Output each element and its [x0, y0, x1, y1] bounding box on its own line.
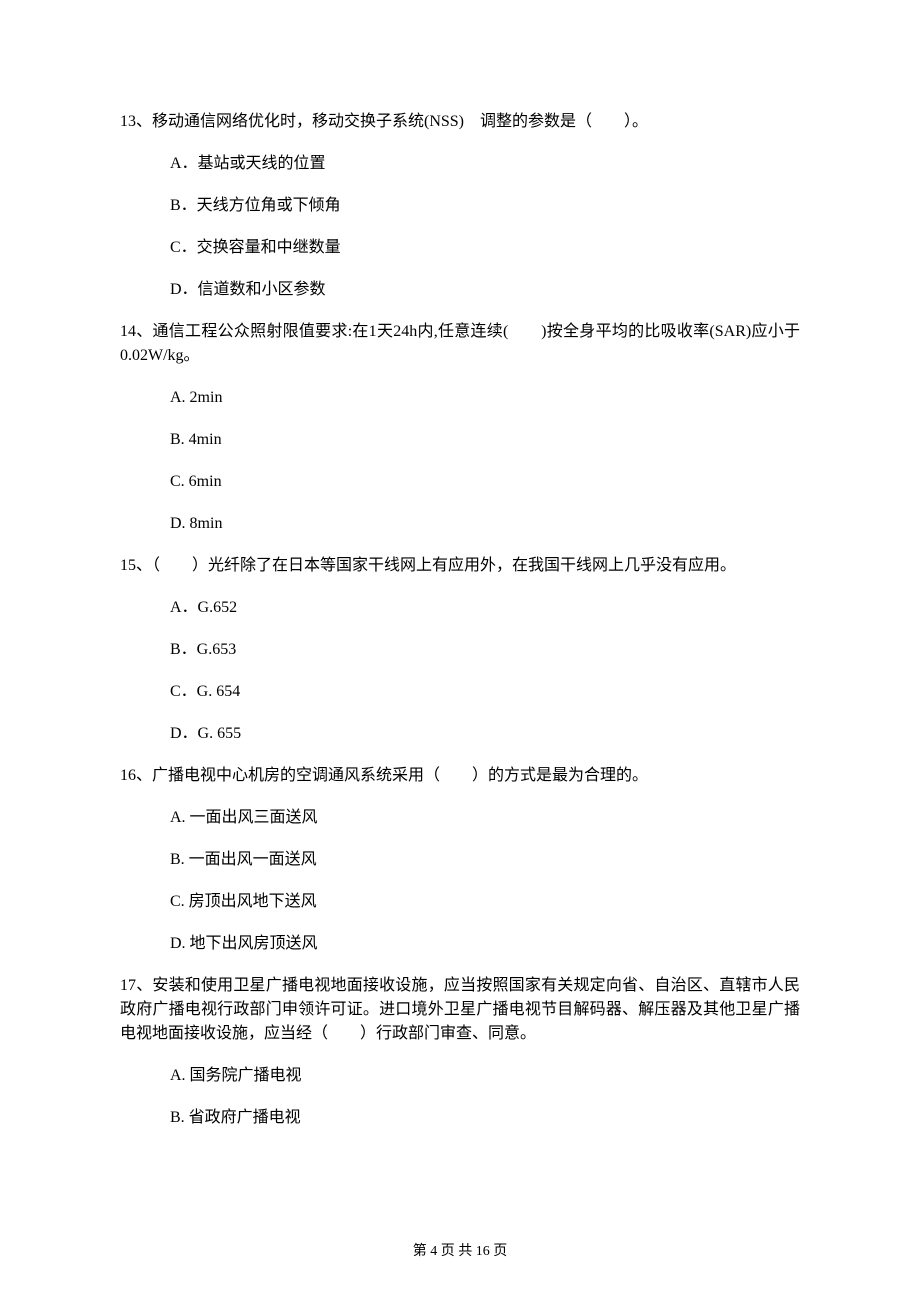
choice-c: C．G. 654	[170, 680, 800, 704]
question-stem: 14、通信工程公众照射限值要求:在1天24h内,任意连续( )按全身平均的比吸收…	[120, 320, 800, 368]
choice-d: D．信道数和小区参数	[170, 278, 800, 302]
question-stem: 15、（ ）光纤除了在日本等国家干线网上有应用外，在我国干线网上几乎没有应用。	[120, 554, 800, 578]
choice-list: A. 国务院广播电视 B. 省政府广播电视	[120, 1064, 800, 1130]
question-13: 13、移动通信网络优化时，移动交换子系统(NSS) 调整的参数是（ ）。 A．基…	[120, 110, 800, 302]
choice-a: A. 一面出风三面送风	[170, 806, 800, 830]
choice-b: B. 一面出风一面送风	[170, 848, 800, 872]
page-content: 13、移动通信网络优化时，移动交换子系统(NSS) 调整的参数是（ ）。 A．基…	[0, 0, 920, 1130]
choice-d: D. 8min	[170, 512, 800, 536]
question-16: 16、广播电视中心机房的空调通风系统采用（ ）的方式是最为合理的。 A. 一面出…	[120, 764, 800, 956]
choice-list: A. 2min B. 4min C. 6min D. 8min	[120, 386, 800, 536]
choice-a: A．基站或天线的位置	[170, 152, 800, 176]
choice-b: B. 省政府广播电视	[170, 1106, 800, 1130]
question-14: 14、通信工程公众照射限值要求:在1天24h内,任意连续( )按全身平均的比吸收…	[120, 320, 800, 536]
question-stem: 13、移动通信网络优化时，移动交换子系统(NSS) 调整的参数是（ ）。	[120, 110, 800, 134]
question-stem: 17、安装和使用卫星广播电视地面接收设施，应当按照国家有关规定向省、自治区、直辖…	[120, 974, 800, 1046]
choice-list: A. 一面出风三面送风 B. 一面出风一面送风 C. 房顶出风地下送风 D. 地…	[120, 806, 800, 956]
choice-list: A．基站或天线的位置 B．天线方位角或下倾角 C．交换容量和中继数量 D．信道数…	[120, 152, 800, 302]
choice-c: C．交换容量和中继数量	[170, 236, 800, 260]
choice-c: C. 房顶出风地下送风	[170, 890, 800, 914]
choice-c: C. 6min	[170, 470, 800, 494]
question-15: 15、（ ）光纤除了在日本等国家干线网上有应用外，在我国干线网上几乎没有应用。 …	[120, 554, 800, 746]
choice-b: B．天线方位角或下倾角	[170, 194, 800, 218]
page-footer: 第 4 页 共 16 页	[0, 1241, 920, 1262]
choice-b: B. 4min	[170, 428, 800, 452]
question-stem: 16、广播电视中心机房的空调通风系统采用（ ）的方式是最为合理的。	[120, 764, 800, 788]
choice-a: A．G.652	[170, 596, 800, 620]
choice-a: A. 国务院广播电视	[170, 1064, 800, 1088]
choice-list: A．G.652 B．G.653 C．G. 654 D．G. 655	[120, 596, 800, 746]
choice-d: D. 地下出风房顶送风	[170, 932, 800, 956]
choice-d: D．G. 655	[170, 722, 800, 746]
choice-b: B．G.653	[170, 638, 800, 662]
choice-a: A. 2min	[170, 386, 800, 410]
question-17: 17、安装和使用卫星广播电视地面接收设施，应当按照国家有关规定向省、自治区、直辖…	[120, 974, 800, 1130]
